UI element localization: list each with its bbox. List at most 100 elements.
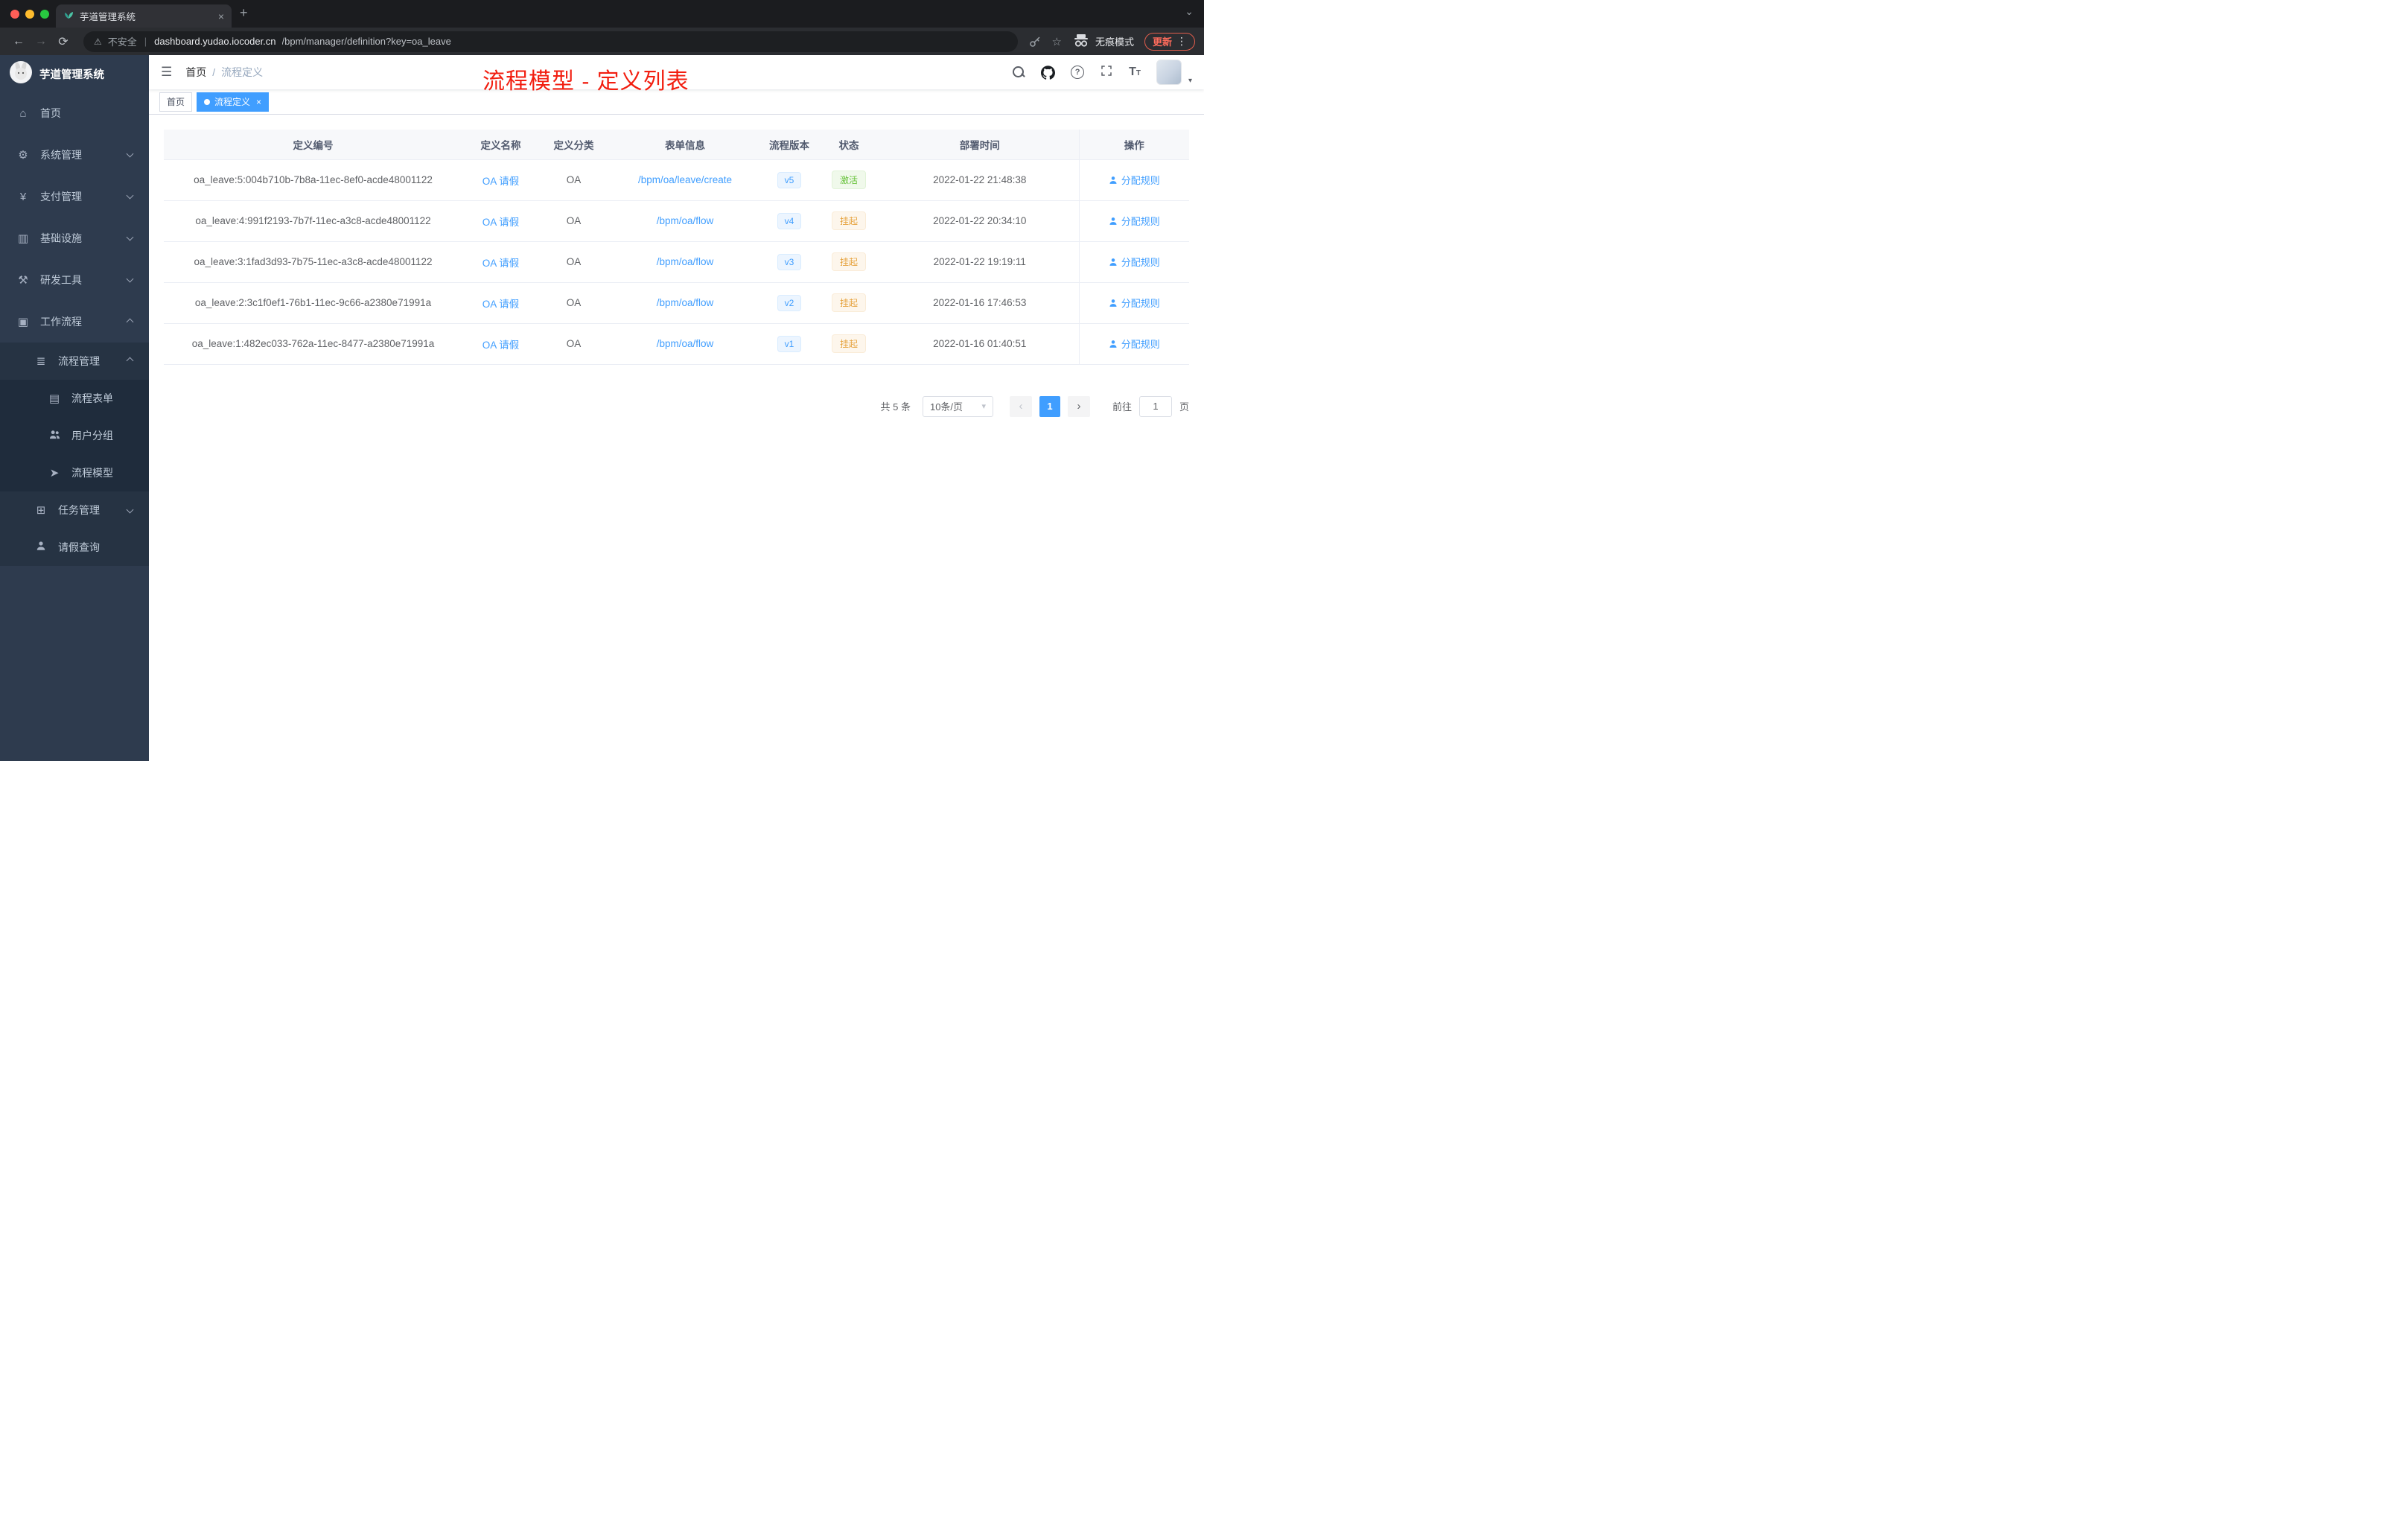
sidebar-item-label: 请假查询 xyxy=(58,541,100,553)
chevron-up-icon xyxy=(126,357,134,365)
sidebar-item-payment-management[interactable]: ¥ 支付管理 xyxy=(0,176,149,217)
col-definition-id: 定义编号 xyxy=(164,130,462,160)
maximize-window-button[interactable] xyxy=(40,10,49,19)
avatar-caret-icon[interactable]: ▾ xyxy=(1188,77,1192,85)
form-info-link[interactable]: /bpm/oa/flow xyxy=(657,297,714,308)
sidebar-item-process-form[interactable]: ▤ 流程表单 xyxy=(0,380,149,417)
github-icon[interactable] xyxy=(1041,65,1056,80)
assign-rule-button[interactable]: 分配规则 xyxy=(1109,255,1160,269)
sidebar-item-infrastructure[interactable]: ▥ 基础设施 xyxy=(0,217,149,259)
search-icon[interactable] xyxy=(1013,66,1025,79)
bookmark-star-icon[interactable]: ☆ xyxy=(1052,35,1062,48)
sidebar-logo[interactable]: 芋道管理系统 xyxy=(0,55,149,92)
annotation-title: 流程模型 - 定义列表 xyxy=(482,69,689,94)
table-row: oa_leave:1:482ec033-762a-11ec-8477-a2380… xyxy=(164,323,1189,365)
sidebar-item-label: 基础设施 xyxy=(40,232,82,244)
tab-title: 芋道管理系统 xyxy=(80,12,136,22)
definition-name-link[interactable]: OA 请假 xyxy=(482,340,520,351)
browser-tab[interactable]: 芋道管理系统 × xyxy=(56,4,232,28)
help-icon[interactable]: ? xyxy=(1071,66,1085,79)
version-badge: v4 xyxy=(777,212,802,229)
close-window-button[interactable] xyxy=(10,10,19,19)
breadcrumb-home[interactable]: 首页 xyxy=(185,65,206,80)
form-info-link[interactable]: /bpm/oa/leave/create xyxy=(638,174,732,185)
sidebar: 芋道管理系统 ⌂ 首页 ⚙ 系统管理 ¥ 支付管理 ▥ 基础设施 ⚒ 研发工具 … xyxy=(0,55,149,761)
browser-menu-icon[interactable]: ⋮ xyxy=(1176,35,1187,48)
page-number-1[interactable]: 1 xyxy=(1039,395,1060,417)
sidebar-item-label: 首页 xyxy=(40,107,61,119)
sidebar-item-user-group[interactable]: 用户分组 xyxy=(0,417,149,454)
reload-button[interactable]: ⟳ xyxy=(54,34,73,49)
sidebar-toggle-icon[interactable]: ☰ xyxy=(161,65,172,80)
definition-name-link[interactable]: OA 请假 xyxy=(482,258,520,269)
avatar[interactable] xyxy=(1156,60,1182,85)
tab-close-icon[interactable]: × xyxy=(218,10,224,22)
user-icon xyxy=(33,541,49,554)
forward-button[interactable]: → xyxy=(31,35,51,48)
form-info-link[interactable]: /bpm/oa/flow xyxy=(657,215,714,226)
update-label: 更新 xyxy=(1152,36,1172,48)
browser-window: 芋道管理系统 × + ⌄ ← → ⟳ ⚠ 不安全 | dashboard.yud… xyxy=(0,0,1204,761)
version-badge: v2 xyxy=(777,294,802,311)
tag-close-icon[interactable]: × xyxy=(256,97,261,107)
incognito-label: 无痕模式 xyxy=(1095,36,1134,48)
sidebar-item-process-management[interactable]: ≣ 流程管理 xyxy=(0,343,149,380)
tag-label: 流程定义 xyxy=(214,97,251,107)
tasks-icon: ⊞ xyxy=(36,504,46,517)
font-size-icon[interactable]: TT xyxy=(1129,66,1141,78)
assign-rule-button[interactable]: 分配规则 xyxy=(1109,173,1160,187)
assign-rule-button[interactable]: 分配规则 xyxy=(1109,337,1160,351)
security-label[interactable]: 不安全 xyxy=(108,34,137,48)
table-row: oa_leave:3:1fad3d93-7b75-11ec-a3c8-acde4… xyxy=(164,241,1189,283)
sidebar-item-leave-query[interactable]: 请假查询 xyxy=(0,529,149,566)
fullscreen-icon[interactable] xyxy=(1100,64,1113,81)
chevron-up-icon xyxy=(126,318,134,326)
assign-rule-button[interactable]: 分配规则 xyxy=(1109,296,1160,310)
assign-rule-label: 分配规则 xyxy=(1121,339,1160,350)
definition-category-cell: OA xyxy=(539,241,608,283)
col-actions: 操作 xyxy=(1078,130,1189,160)
sidebar-item-workflow[interactable]: ▣ 工作流程 xyxy=(0,301,149,343)
form-info-link[interactable]: /bpm/oa/flow xyxy=(657,256,714,267)
deploy-time-cell: 2022-01-16 01:40:51 xyxy=(881,323,1079,365)
deploy-time-cell: 2022-01-16 17:46:53 xyxy=(881,282,1079,324)
sidebar-item-process-model[interactable]: ➤ 流程模型 xyxy=(0,454,149,491)
prev-page-button[interactable]: ‹ xyxy=(1009,395,1032,417)
tab-search-chevron-icon[interactable]: ⌄ xyxy=(1185,5,1194,18)
page-content: 定义编号 定义名称 定义分类 表单信息 流程版本 状态 部署时间 操作 oa_l xyxy=(149,115,1204,761)
version-badge: v1 xyxy=(777,335,802,352)
table-row: oa_leave:2:3c1f0ef1-76b1-11ec-9c66-a2380… xyxy=(164,282,1189,324)
main-area: ☰ 首页 / 流程定义 ? TT ▾ 首页 流程定义 × 定义编号 定义名称 定… xyxy=(149,55,1204,761)
sidebar-item-home[interactable]: ⌂ 首页 xyxy=(0,92,149,134)
definition-name-link[interactable]: OA 请假 xyxy=(482,176,520,187)
form-info-link[interactable]: /bpm/oa/flow xyxy=(657,338,714,349)
deploy-time-cell: 2022-01-22 21:48:38 xyxy=(881,159,1079,201)
chevron-down-icon xyxy=(126,506,134,514)
tag-home[interactable]: 首页 xyxy=(159,92,193,112)
status-badge: 挂起 xyxy=(831,334,866,353)
goto-page-input[interactable] xyxy=(1138,395,1172,417)
sidebar-item-dev-tools[interactable]: ⚒ 研发工具 xyxy=(0,259,149,301)
address-bar[interactable]: ⚠ 不安全 | dashboard.yudao.iocoder.cn/bpm/m… xyxy=(83,31,1018,52)
definition-name-link[interactable]: OA 请假 xyxy=(482,299,520,310)
browser-update-button[interactable]: 更新 ⋮ xyxy=(1144,32,1195,51)
sidebar-item-label: 任务管理 xyxy=(58,504,100,516)
url-path: /bpm/manager/definition?key=oa_leave xyxy=(281,36,451,47)
table-row: oa_leave:4:991f2193-7b7f-11ec-a3c8-acde4… xyxy=(164,200,1189,242)
back-button[interactable]: ← xyxy=(9,35,28,48)
sidebar-item-system-management[interactable]: ⚙ 系统管理 xyxy=(0,134,149,176)
tag-label: 首页 xyxy=(167,97,185,107)
definition-name-link[interactable]: OA 请假 xyxy=(482,217,520,228)
assign-rule-button[interactable]: 分配规则 xyxy=(1109,214,1160,228)
password-key-icon[interactable] xyxy=(1028,35,1042,48)
new-tab-button[interactable]: + xyxy=(240,5,248,21)
sidebar-item-task-management[interactable]: ⊞ 任务管理 xyxy=(0,491,149,529)
next-page-button[interactable]: › xyxy=(1067,395,1090,417)
col-status: 状态 xyxy=(817,130,881,160)
yen-icon: ¥ xyxy=(19,190,27,203)
minimize-window-button[interactable] xyxy=(25,10,34,19)
users-icon xyxy=(46,430,63,442)
tag-process-definition[interactable]: 流程定义 × xyxy=(197,92,270,112)
page-size-select[interactable]: 10条/页 ▾ xyxy=(922,395,993,417)
definition-id-cell: oa_leave:2:3c1f0ef1-76b1-11ec-9c66-a2380… xyxy=(164,282,462,324)
